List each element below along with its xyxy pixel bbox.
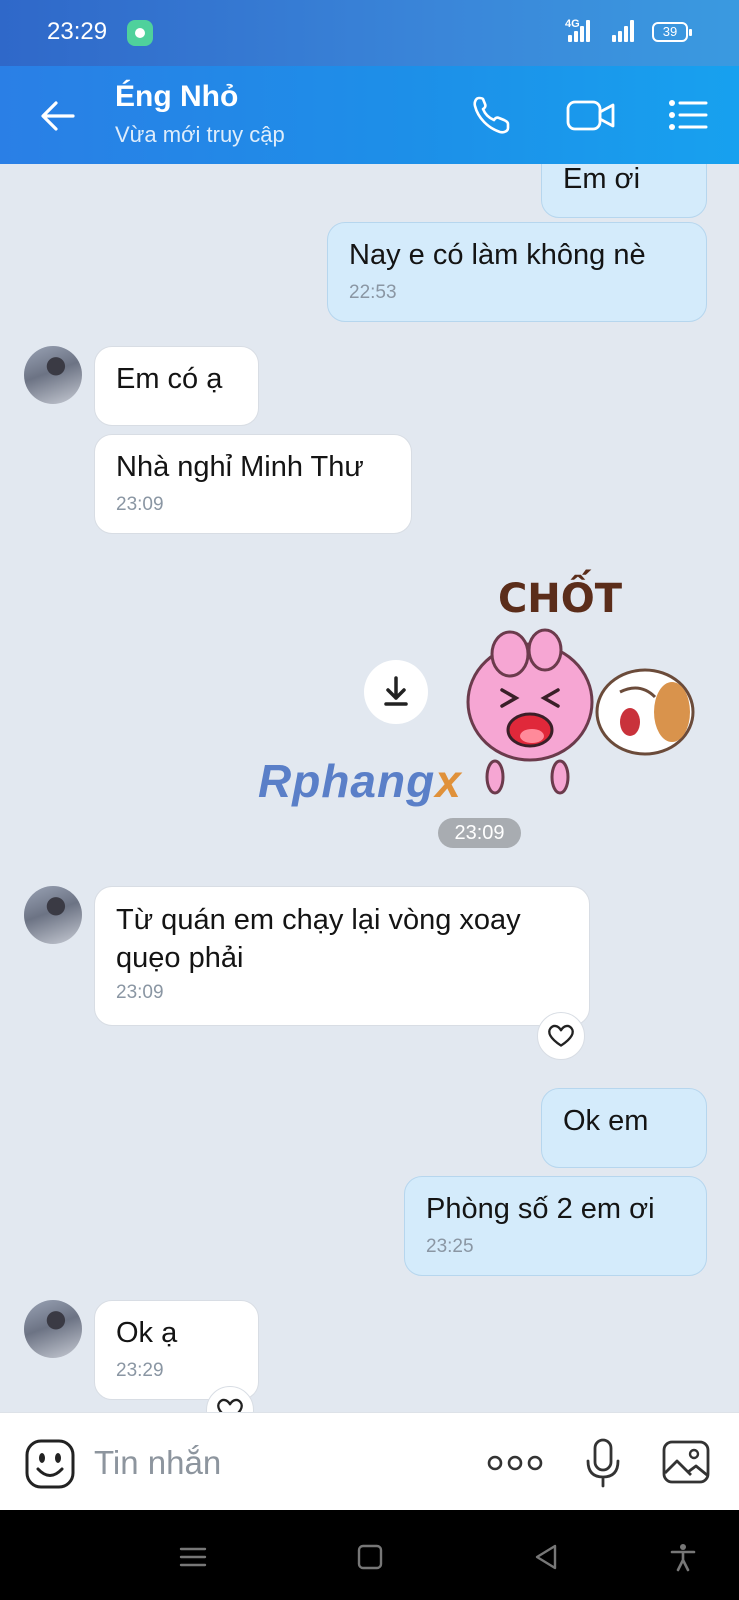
- message-bubble-incoming[interactable]: Em có ạ: [94, 346, 259, 426]
- message-time: 23:09: [116, 494, 164, 515]
- message-list[interactable]: Em ơi Nay e có làm không nè 22:53 Em có …: [0, 164, 739, 1412]
- sticker-image[interactable]: CHỐT: [450, 562, 700, 802]
- message-text: Em có ạ: [116, 363, 223, 395]
- chat-header: Éng Nhỏ Vừa mới truy cập: [0, 66, 739, 164]
- system-nav-bar: [0, 1510, 739, 1600]
- arrow-left-icon[interactable]: [38, 96, 78, 136]
- microphone-icon[interactable]: [583, 1437, 623, 1489]
- heart-icon: [548, 1024, 574, 1047]
- message-text: Phòng số 2 em ơi: [426, 1193, 655, 1225]
- more-dots-icon[interactable]: [487, 1453, 543, 1473]
- download-button[interactable]: [364, 660, 428, 724]
- message-time: 23:09: [116, 982, 164, 1003]
- signal-icon: [568, 20, 592, 42]
- message-bubble-incoming[interactable]: Nhà nghỉ Minh Thư 23:09: [94, 434, 412, 534]
- message-bubble-outgoing[interactable]: Phòng số 2 em ơi 23:25: [404, 1176, 707, 1276]
- emoji-icon[interactable]: [24, 1438, 76, 1490]
- list-menu-icon[interactable]: [666, 94, 710, 136]
- message-text: Ok ạ: [116, 1317, 178, 1349]
- download-icon: [384, 676, 408, 706]
- notification-app-icon: [127, 20, 153, 46]
- watermark-accent: x: [435, 755, 462, 807]
- avatar[interactable]: [24, 886, 82, 944]
- signal-icon-2: [612, 20, 636, 42]
- message-text: Em ơi: [563, 164, 641, 195]
- message-text: Nay e có làm không nè: [349, 239, 646, 271]
- message-time: 22:53: [349, 282, 397, 303]
- status-bar: 23:29 4G 39: [0, 0, 739, 66]
- phone-icon[interactable]: [470, 94, 516, 136]
- message-bubble-incoming[interactable]: Ok ạ 23:29: [94, 1300, 259, 1400]
- contact-status: Vừa mới truy cập: [115, 122, 285, 147]
- message-time: 23:29: [116, 1360, 164, 1381]
- back-nav-icon[interactable]: [531, 1542, 561, 1572]
- recent-apps-icon[interactable]: [178, 1542, 208, 1572]
- message-bubble-outgoing[interactable]: Ok em: [541, 1088, 707, 1168]
- react-button[interactable]: [206, 1386, 254, 1412]
- watermark-text: Rphang: [258, 755, 436, 807]
- watermark-logo: Rphangx: [258, 754, 462, 808]
- message-bubble-incoming[interactable]: Từ quán em chạy lại vòng xoay quẹo phải …: [94, 886, 590, 1026]
- message-input[interactable]: [94, 1443, 454, 1483]
- message-text: Nhà nghỉ Minh Thư: [116, 451, 364, 483]
- message-time: 23:25: [426, 1236, 474, 1257]
- video-camera-icon[interactable]: [565, 94, 617, 136]
- contact-name[interactable]: Éng Nhỏ: [115, 80, 238, 114]
- message-text: Ok em: [563, 1105, 649, 1137]
- sticker-time: 23:09: [438, 818, 521, 848]
- status-time: 23:29: [47, 18, 108, 45]
- message-bubble-outgoing[interactable]: Nay e có làm không nè 22:53: [327, 222, 707, 322]
- react-button[interactable]: [537, 1012, 585, 1060]
- avatar[interactable]: [24, 346, 82, 404]
- avatar[interactable]: [24, 1300, 82, 1358]
- image-icon[interactable]: [661, 1439, 711, 1485]
- accessibility-icon[interactable]: [668, 1542, 698, 1572]
- battery-icon: 39: [652, 22, 692, 42]
- composer-bar: [0, 1412, 739, 1510]
- heart-icon: [217, 1398, 243, 1412]
- message-bubble-outgoing[interactable]: Em ơi: [541, 164, 707, 218]
- sticker-text: CHỐT: [498, 568, 623, 622]
- home-icon[interactable]: [355, 1542, 385, 1572]
- message-text: Từ quán em chạy lại vòng xoay quẹo phải: [116, 904, 521, 974]
